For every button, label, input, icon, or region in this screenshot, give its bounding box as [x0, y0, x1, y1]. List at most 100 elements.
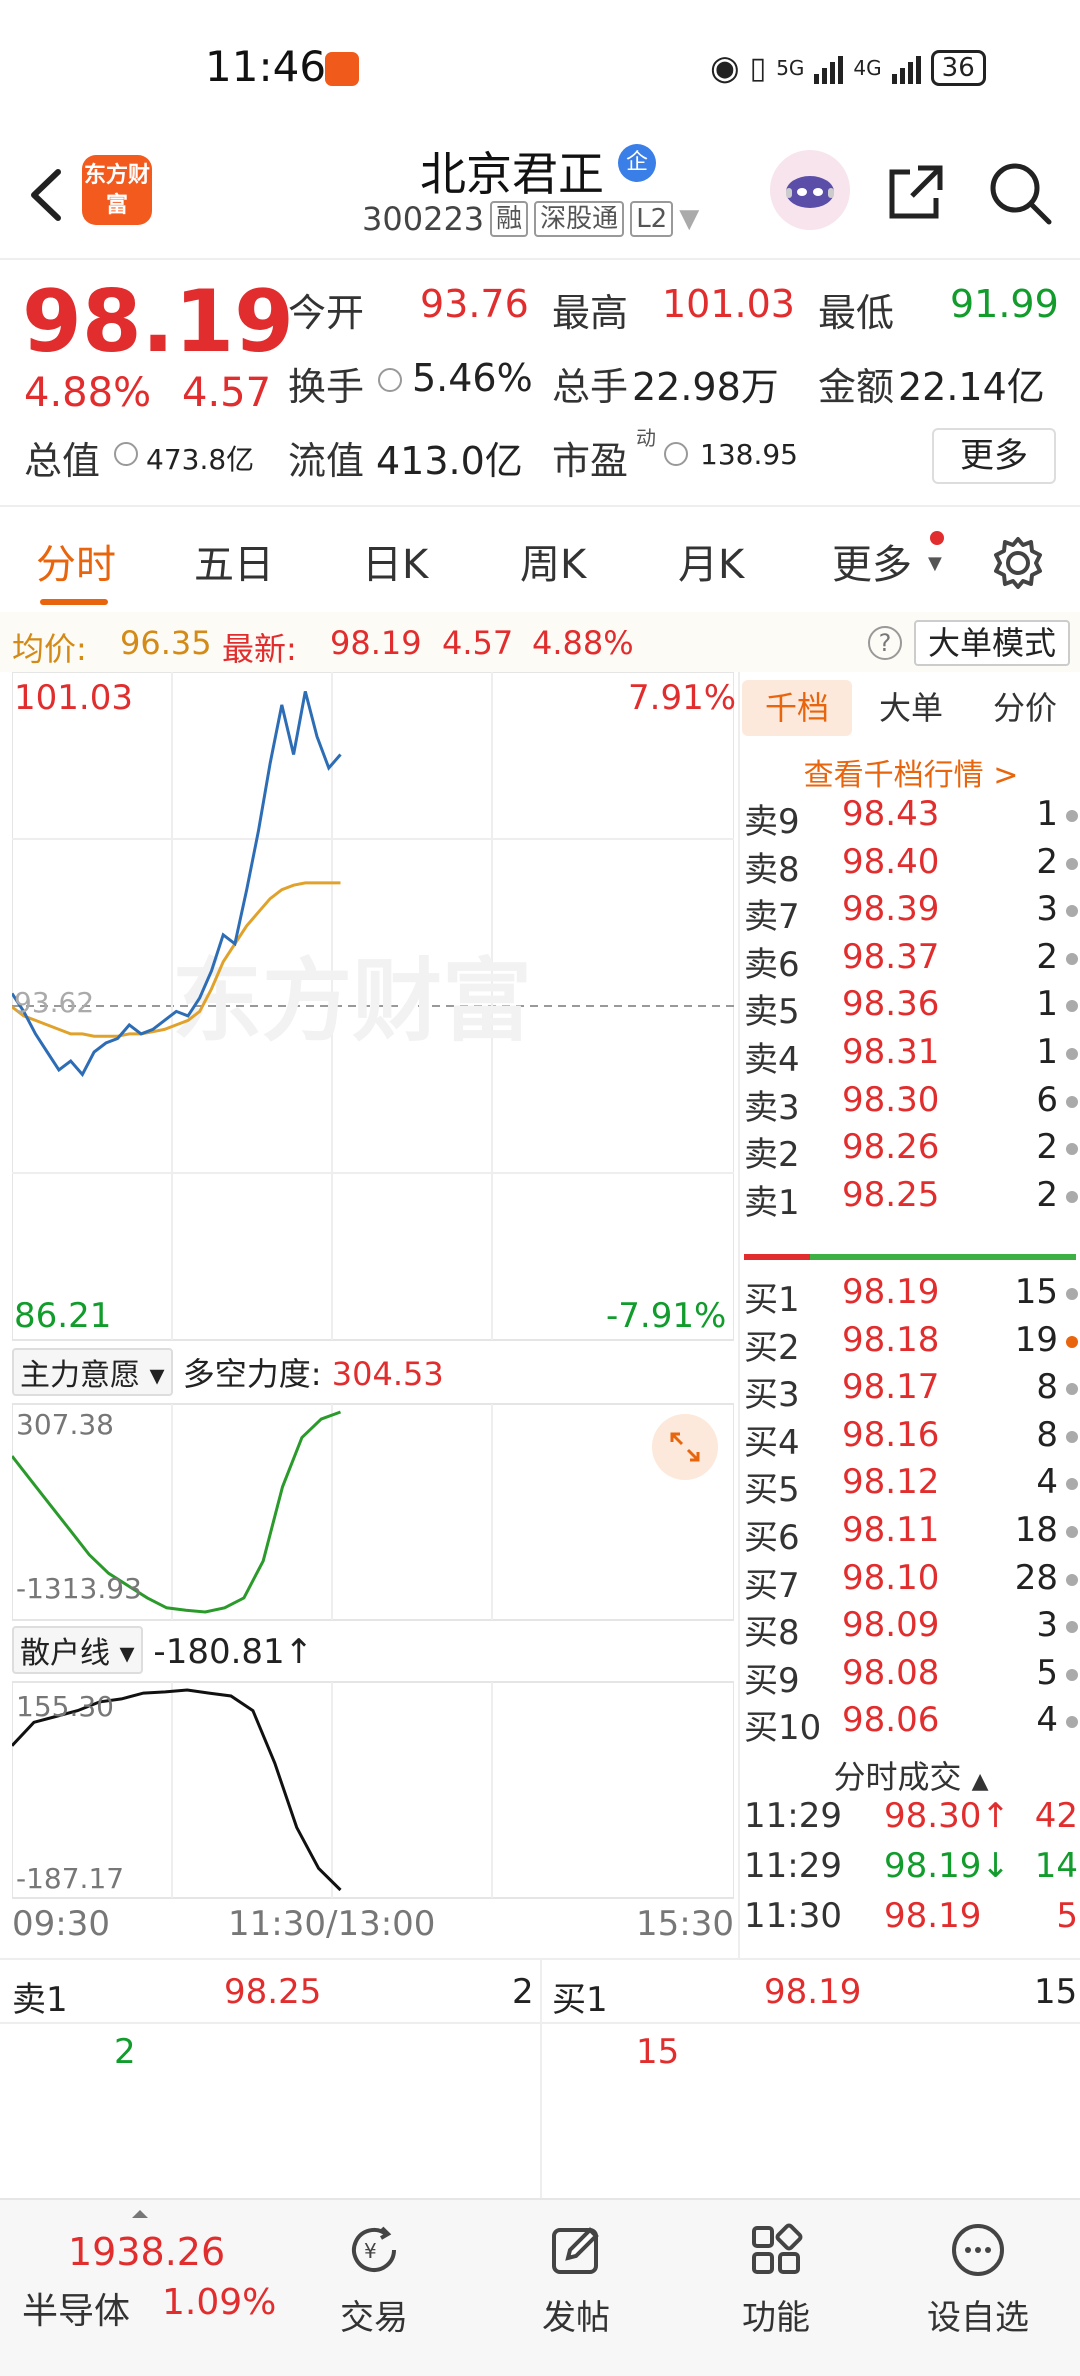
ask-row[interactable]: 卖2 98.26 2 [744, 1127, 1080, 1175]
bid-row[interactable]: 买5 98.12 4 [744, 1462, 1080, 1510]
main-force-header: 主力意愿 ▾ 多空力度: 304.53 [12, 1348, 444, 1396]
signal-icon [814, 52, 844, 84]
nav-add-watchlist-button[interactable]: 设自选 [918, 2220, 1038, 2339]
turnover-label: 换手 [288, 365, 365, 409]
tab-intraday[interactable]: 分时 [36, 532, 116, 590]
sector-change: 1.09% [162, 2282, 277, 2323]
order-dot-icon [1066, 1716, 1078, 1729]
info-icon[interactable] [378, 368, 402, 392]
margin-tag: 融 [490, 201, 529, 237]
bid-price: 98.18 [842, 1319, 940, 1360]
ask-row[interactable]: 卖6 98.37 2 [744, 937, 1080, 985]
ask-row[interactable]: 卖1 98.25 2 [744, 1175, 1080, 1223]
ask-level-label: 卖7 [744, 897, 800, 938]
tab-monthly-k[interactable]: 月K [678, 532, 744, 590]
trades-title[interactable]: 分时成交 ▲ [740, 1752, 1080, 1798]
ask-row[interactable]: 卖4 98.31 1 [744, 1032, 1080, 1080]
volume-value: 22.98万 [632, 365, 779, 409]
vibrate-icon: ▯ [749, 50, 767, 86]
help-icon[interactable]: ? [868, 626, 902, 660]
divider [540, 1960, 542, 2200]
x-mid-label: 11:30/13:00 [228, 1904, 436, 1944]
tab-5day[interactable]: 五日 [194, 532, 274, 590]
tab-price-dist[interactable]: 分价 [970, 680, 1080, 736]
indicator-selector-2[interactable]: 散户线 ▾ [12, 1626, 143, 1674]
latest-label: 最新: [222, 630, 297, 668]
dropdown-caret-icon[interactable]: ▼ [679, 204, 699, 234]
trade-volume: 42 [1034, 1796, 1078, 1836]
order-dot-icon [1066, 1190, 1078, 1203]
network-type-2: 4G [853, 56, 882, 80]
current-price: 98.19 [22, 272, 295, 372]
bid-row[interactable]: 买10 98.06 4 [744, 1700, 1080, 1748]
expand-icon[interactable] [652, 1414, 718, 1480]
bid-row[interactable]: 买3 98.17 8 [744, 1367, 1080, 1415]
avg-value: 96.35 [120, 624, 212, 662]
bid-row[interactable]: 买6 98.11 18 [744, 1510, 1080, 1558]
connect-tag: 深股通 [534, 201, 625, 237]
indicator-selector-1[interactable]: 主力意愿 ▾ [12, 1348, 173, 1396]
share-icon[interactable] [880, 158, 950, 228]
notification-icon [325, 52, 359, 86]
tab-big-order[interactable]: 大单 [856, 680, 966, 736]
sector-name: 半导体 [22, 2291, 131, 2332]
tab-daily-k[interactable]: 日K [362, 532, 428, 590]
bid-row[interactable]: 买7 98.10 28 [744, 1558, 1080, 1606]
tab-more[interactable]: 更多 [832, 532, 912, 590]
nav-trade-label: 交易 [340, 2298, 408, 2338]
bid-level-label: 买9 [744, 1660, 800, 1701]
order-dot-icon [1066, 1526, 1078, 1538]
ask-row[interactable]: 卖3 98.30 6 [744, 1080, 1080, 1128]
gear-icon[interactable] [990, 535, 1046, 591]
bid-price: 98.16 [842, 1414, 940, 1455]
bid-level-label: 买5 [744, 1470, 800, 1511]
nav-trade-button[interactable]: ¥ 交易 [314, 2220, 434, 2339]
change-amount: 4.57 [182, 370, 272, 416]
bid-row[interactable]: 买4 98.16 8 [744, 1415, 1080, 1463]
low-label: 最低 [818, 291, 895, 335]
ask-qty: 6 [1036, 1079, 1058, 1120]
more-quote-button[interactable]: 更多 [932, 428, 1056, 484]
back-arrow-icon[interactable] [20, 160, 80, 230]
bid-level-label: 买8 [744, 1613, 800, 1654]
l1-sell-price: 98.25 [224, 1972, 322, 2012]
more-dots-icon [952, 2224, 1004, 2276]
info-icon[interactable] [664, 442, 688, 466]
view-thousand-level-link[interactable]: 查看千档行情 > [740, 750, 1080, 794]
order-dot-icon [1066, 1288, 1078, 1300]
ask-qty: 1 [1036, 984, 1058, 1025]
nav-functions-button[interactable]: 功能 [716, 2220, 836, 2339]
bid-qty: 19 [1014, 1319, 1058, 1360]
bid-row[interactable]: 买9 98.08 5 [744, 1653, 1080, 1701]
search-icon[interactable] [985, 158, 1055, 228]
ask-qty: 1 [1036, 1032, 1058, 1072]
ask-row[interactable]: 卖9 98.43 1 [744, 794, 1080, 842]
ask-row[interactable]: 卖8 98.40 2 [744, 842, 1080, 890]
robot-assistant-icon[interactable] [770, 150, 850, 230]
indicator-selector-2-label: 散户线 [20, 1636, 110, 1671]
tab-weekly-k[interactable]: 周K [520, 532, 586, 590]
bid-row[interactable]: 买8 98.09 3 [744, 1605, 1080, 1653]
bottom-nav: 1938.26 半导体 1.09% ¥ 交易 发帖 功能 设自选 [0, 2198, 1080, 2376]
big-order-mode-button[interactable]: 大单模式 [914, 620, 1070, 666]
ask-level-label: 卖2 [744, 1135, 800, 1176]
ask-row[interactable]: 卖7 98.39 3 [744, 889, 1080, 937]
ask-level-label: 卖6 [744, 944, 800, 985]
ask-price: 98.37 [842, 936, 940, 977]
ask-qty: 2 [1036, 841, 1058, 882]
latest-percent: 4.88% [532, 624, 634, 662]
tab-thousand-level[interactable]: 千档 [742, 680, 852, 736]
bid-level-label: 买4 [744, 1422, 800, 1463]
bid-row[interactable]: 买1 98.19 15 [744, 1272, 1080, 1320]
info-icon[interactable] [114, 442, 138, 466]
collapse-caret-icon: ▲ [971, 1769, 989, 1794]
expand-caret-icon [132, 2210, 148, 2218]
order-book: 千档 大单 分价 查看千档行情 > 卖9 98.43 1 卖8 98.40 2 卖7 98.3… [738, 672, 1080, 1958]
network-type-1: 5G [776, 56, 805, 80]
sub1-bottom-label: -1313.93 [16, 1572, 142, 1605]
order-dot-icon [1066, 1143, 1078, 1156]
ask-row[interactable]: 卖5 98.36 1 [744, 984, 1080, 1032]
bid-row[interactable]: 买2 98.18 19 [744, 1320, 1080, 1368]
nav-post-button[interactable]: 发帖 [516, 2220, 636, 2339]
bid-price: 98.09 [842, 1605, 940, 1646]
